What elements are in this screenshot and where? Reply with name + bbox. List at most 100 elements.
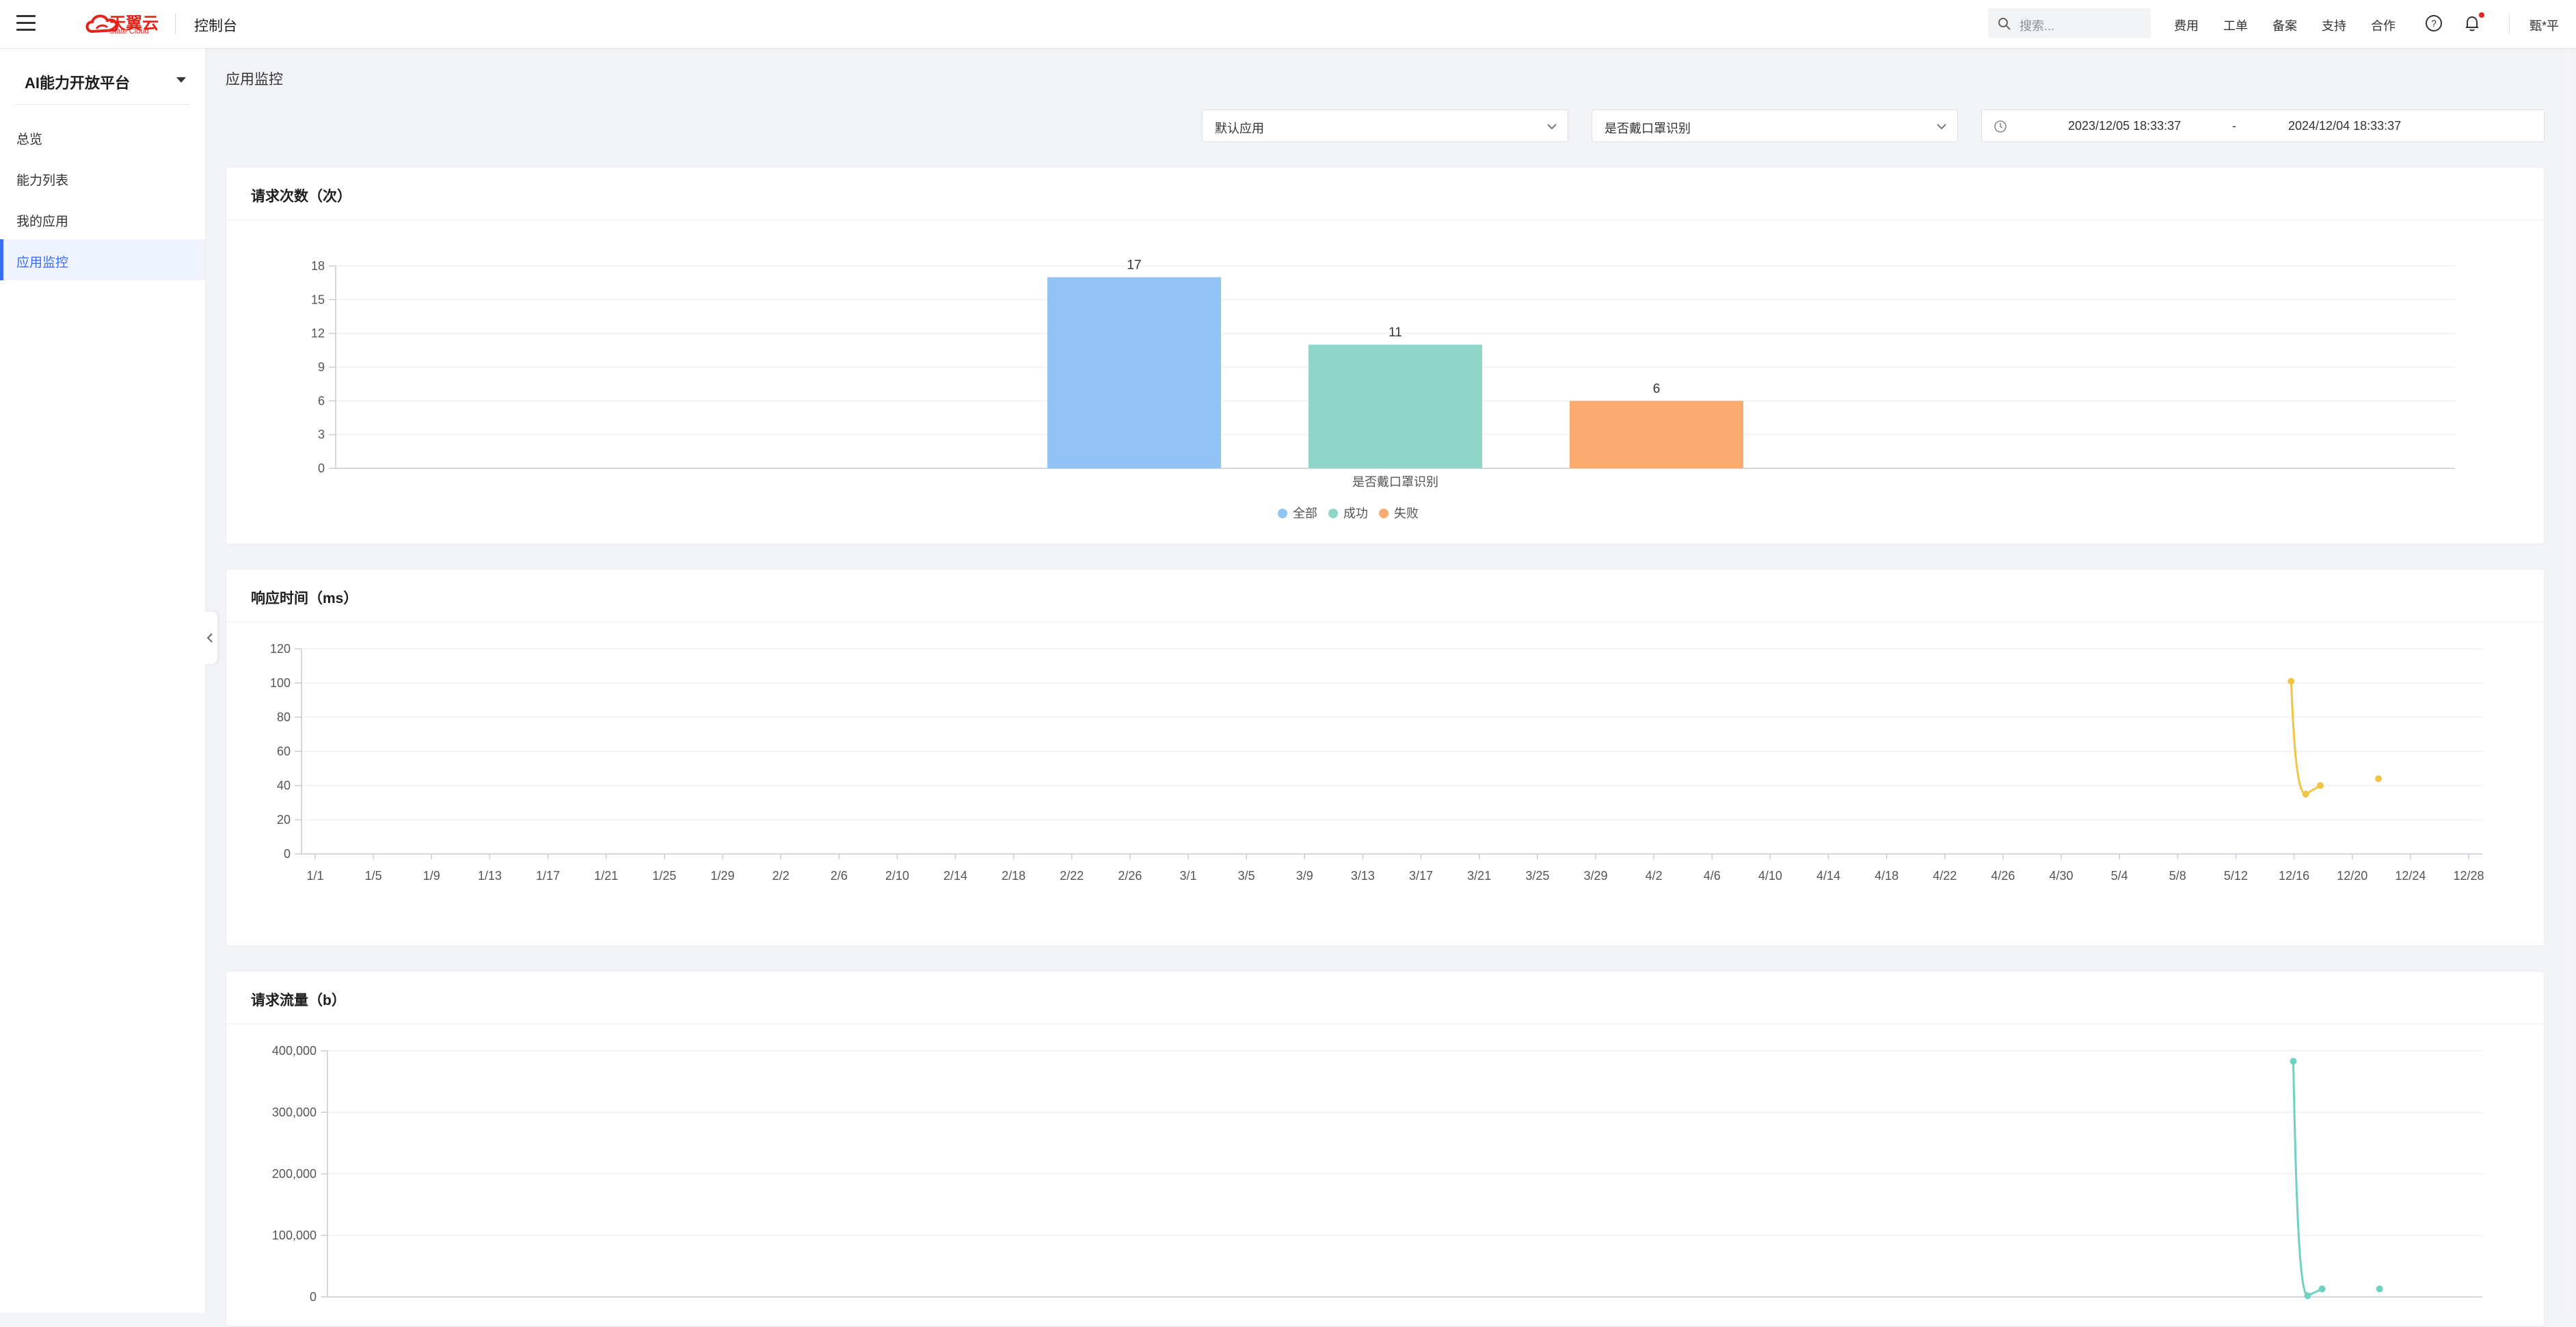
x-tick-label: 1/29 — [710, 869, 734, 883]
sidebar-item-my-apps[interactable]: 我的应用 — [0, 198, 205, 239]
nav-partner[interactable]: 合作 — [2371, 16, 2396, 34]
y-tick-label: 18 — [311, 259, 325, 273]
x-tick-label: 2/10 — [885, 869, 909, 883]
x-tick-label: 1/21 — [594, 869, 618, 883]
x-tick-label: 3/1 — [1180, 869, 1197, 883]
help-icon[interactable]: ? — [2424, 14, 2443, 33]
legend-dot — [1379, 509, 1388, 518]
x-tick-label: 4/10 — [1758, 869, 1782, 883]
legend-dot — [1328, 509, 1338, 518]
legend-label: 成功 — [1343, 507, 1368, 520]
sidebar-collapse-button[interactable] — [202, 612, 217, 664]
chevron-down-icon — [1547, 124, 1557, 130]
request-count-card: 请求次数（次） 0 3 6 9 12 15 18 17 11 6 是否戴口罩识别 全部 成功 失败 — [226, 167, 2545, 544]
x-tick-label: 4/6 — [1704, 869, 1721, 883]
notification-dot — [2479, 12, 2484, 18]
date-start[interactable]: 2023/12/05 18:33:37 — [2068, 119, 2181, 133]
response-time-chart: 0 20 40 60 80 100 120 1/1 1/5 1/9 1/13 1/17 1/21 1/25… — [270, 642, 2484, 883]
chevron-left-icon — [206, 633, 213, 643]
date-range-picker[interactable]: 2023/12/05 18:33:37 - 2024/12/04 18:33:3… — [1981, 109, 2545, 142]
caret-down-icon[interactable] — [176, 77, 186, 83]
legend-dot — [1278, 509, 1287, 518]
user-name[interactable]: 甄*平 — [2530, 16, 2559, 34]
y-tick-label: 40 — [277, 779, 291, 792]
app-select[interactable]: 默认应用 — [1202, 109, 1568, 142]
capability-select[interactable]: 是否戴口罩识别 — [1592, 109, 1958, 142]
console-title[interactable]: 控制台 — [194, 15, 237, 36]
y-tick-label: 300,000 — [272, 1105, 317, 1119]
x-tick-label: 5/12 — [2224, 869, 2248, 883]
data-point — [2287, 678, 2295, 685]
data-point — [2316, 782, 2324, 789]
x-tick-label: 1/13 — [478, 869, 502, 883]
search-placeholder: 搜索... — [2020, 19, 2055, 33]
x-tick-label: 4/30 — [2050, 869, 2074, 883]
svg-text:?: ? — [2431, 18, 2437, 29]
x-tick-label: 12/28 — [2453, 869, 2484, 883]
menu-icon[interactable] — [16, 15, 36, 31]
logo-subtext: State Cloud — [109, 27, 149, 36]
x-tick-label: 3/25 — [1525, 869, 1549, 883]
search-icon — [1998, 18, 2011, 30]
x-tick-label: 2/6 — [831, 869, 848, 883]
capability-select-value: 是否戴口罩识别 — [1605, 122, 1691, 135]
scrollbar[interactable] — [2565, 48, 2572, 1313]
date-end[interactable]: 2024/12/04 18:33:37 — [2288, 119, 2401, 133]
nav-filing[interactable]: 备案 — [2272, 16, 2297, 34]
x-tick-label: 2/14 — [943, 869, 967, 883]
app-select-value: 默认应用 — [1215, 122, 1264, 135]
y-tick-label: 3 — [318, 428, 325, 442]
bar — [1570, 401, 1743, 468]
sidebar-item-capabilities[interactable]: 能力列表 — [0, 157, 205, 198]
legend-item[interactable]: 全部 — [1278, 504, 1317, 522]
y-tick-label: 60 — [277, 745, 291, 758]
x-tick-label: 12/16 — [2279, 869, 2309, 883]
search-input[interactable]: 搜索... — [1988, 8, 2151, 38]
x-tick-label: 4/22 — [1933, 869, 1957, 883]
data-point — [2375, 775, 2383, 782]
x-tick-label: 1/17 — [536, 869, 560, 883]
bar-value-label: 17 — [1127, 258, 1141, 272]
x-tick-label: 1/25 — [652, 869, 676, 883]
series-line — [2290, 681, 2321, 796]
bar-value-label: 11 — [1388, 325, 1402, 340]
y-tick-label: 400,000 — [272, 1044, 317, 1058]
y-tick-label: 100,000 — [272, 1229, 317, 1242]
request-count-chart: 0 3 6 9 12 15 18 17 11 6 是否戴口罩识别 — [311, 258, 2455, 489]
data-point — [2376, 1285, 2383, 1293]
legend-label: 失败 — [1394, 507, 1419, 520]
sidebar: AI能力开放平台 总览 能力列表 我的应用 应用监控 — [0, 48, 206, 1313]
series-line — [2292, 1061, 2323, 1297]
data-point — [2304, 1292, 2311, 1300]
sidebar-item-app-monitor[interactable]: 应用监控 — [0, 239, 205, 280]
x-tick-label: 3/9 — [1296, 869, 1313, 883]
divider — [175, 14, 176, 34]
x-tick-label: 5/8 — [2169, 869, 2186, 883]
y-tick-label: 15 — [311, 293, 325, 306]
bar — [1309, 345, 1482, 468]
bar — [1047, 277, 1221, 468]
y-tick-label: 12 — [311, 327, 325, 340]
x-tick-label: 4/26 — [1991, 869, 2015, 883]
x-tick-label: 3/17 — [1409, 869, 1433, 883]
divider — [2509, 14, 2510, 34]
legend-item[interactable]: 失败 — [1379, 504, 1419, 522]
x-tick-label: 1/5 — [365, 869, 382, 883]
top-bar: 天翼云 State Cloud 控制台 搜索... 费用 工单 备案 支持 合作… — [0, 0, 2576, 49]
page-title: 应用监控 — [226, 72, 283, 88]
sidebar-item-overview[interactable]: 总览 — [0, 116, 205, 157]
x-tick-label: 4/14 — [1816, 869, 1840, 883]
x-tick-label: 3/5 — [1238, 869, 1255, 883]
x-tick-label: 3/21 — [1467, 869, 1491, 883]
x-tick-label: 2/18 — [1002, 869, 1025, 883]
nav-tickets[interactable]: 工单 — [2223, 16, 2248, 34]
legend-item[interactable]: 成功 — [1328, 504, 1368, 522]
nav-support[interactable]: 支持 — [2322, 16, 2346, 34]
request-traffic-card: 请求流量（b） 0 100,000 200,000 300,000 400,000 — [226, 971, 2545, 1326]
x-tick-label: 2/26 — [1118, 869, 1142, 883]
platform-selector[interactable]: AI能力开放平台 — [25, 71, 130, 93]
x-tick-label: 3/13 — [1351, 869, 1375, 883]
x-tick-label: 1/1 — [306, 869, 323, 883]
nav-billing[interactable]: 费用 — [2174, 16, 2199, 34]
y-tick-label: 6 — [318, 394, 325, 407]
